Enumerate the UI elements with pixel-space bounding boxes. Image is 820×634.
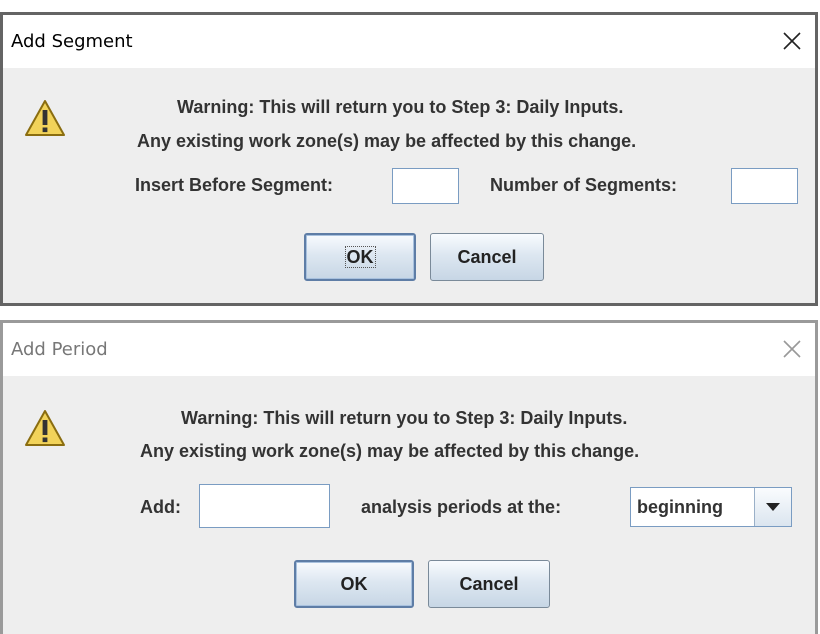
- triangle-down-icon[interactable]: [754, 488, 791, 526]
- selected-value: beginning: [637, 497, 723, 517]
- analysis-periods-label: analysis periods at the:: [361, 497, 562, 517]
- ok-button[interactable]: OK: [294, 560, 414, 608]
- title-bar: Add Period: [3, 323, 815, 376]
- ok-button[interactable]: OK: [304, 233, 416, 281]
- close-icon[interactable]: [779, 336, 805, 362]
- dialog-title: Add Segment: [11, 31, 133, 52]
- warning-triangle-icon: [23, 408, 67, 448]
- number-of-segments-input[interactable]: [731, 168, 798, 204]
- warning-line-2: Any existing work zone(s) may be affecte…: [140, 441, 640, 461]
- add-segment-dialog: Add Segment Warning: This will return yo…: [0, 12, 818, 306]
- number-of-segments-label: Number of Segments:: [490, 175, 678, 195]
- add-label: Add:: [140, 497, 181, 517]
- add-period-dialog: Add Period Warning: This will return you…: [0, 320, 818, 634]
- ok-label: OK: [344, 246, 376, 268]
- period-position-select[interactable]: beginning: [630, 487, 792, 527]
- title-bar: Add Segment: [3, 15, 815, 68]
- periods-count-input[interactable]: [199, 484, 330, 528]
- warning-line-1: Warning: This will return you to Step 3:…: [181, 408, 628, 428]
- cancel-button[interactable]: Cancel: [430, 233, 544, 281]
- warning-line-2: Any existing work zone(s) may be affecte…: [137, 131, 637, 151]
- cancel-button[interactable]: Cancel: [428, 560, 550, 608]
- dialog-title: Add Period: [11, 339, 108, 360]
- insert-before-input[interactable]: [392, 168, 459, 204]
- close-icon[interactable]: [779, 28, 805, 54]
- warning-triangle-icon: [23, 98, 67, 138]
- insert-before-label: Insert Before Segment:: [135, 175, 334, 195]
- warning-line-1: Warning: This will return you to Step 3:…: [177, 97, 624, 117]
